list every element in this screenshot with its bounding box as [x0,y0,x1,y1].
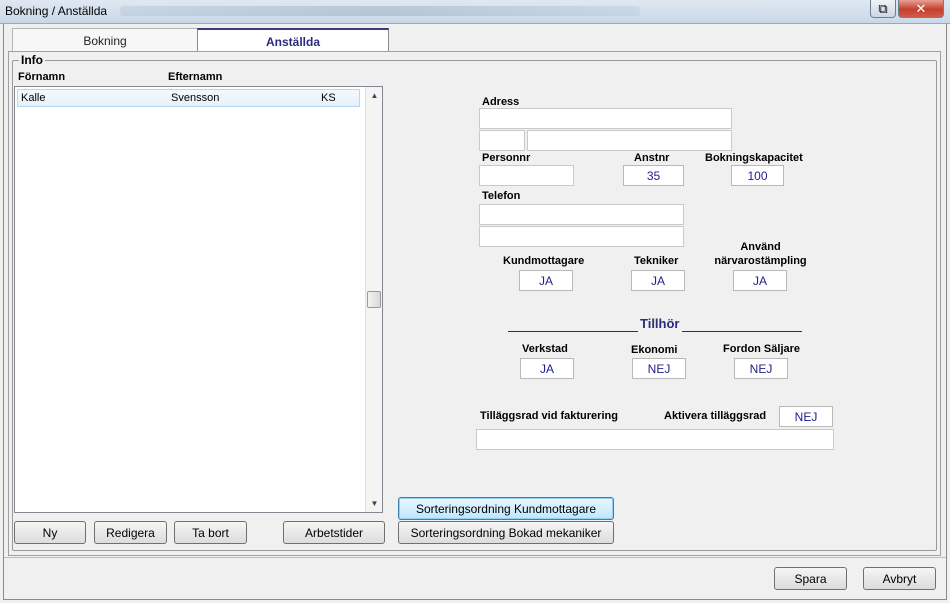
title-bar: Bokning / Anställda ⧉ ✕ [0,0,950,24]
tillhor-line-left [508,331,638,332]
column-header-fornamn: Förnamn [18,71,66,83]
tillaggsrad-field[interactable] [476,429,834,450]
restore-icon[interactable]: ⧉ [870,0,896,18]
tekniker-field[interactable]: JA [631,270,685,291]
postnr-field[interactable] [479,130,525,151]
narvaro-label-1: Använd [740,241,781,253]
ny-button[interactable]: Ny [14,521,86,544]
window-title: Bokning / Anställda [5,4,108,18]
bokningskapacitet-label: Bokningskapacitet [705,152,803,164]
close-icon[interactable]: ✕ [898,0,944,18]
ekonomi-field[interactable]: NEJ [632,358,686,379]
bottom-separator [4,557,946,558]
row-first-name: Kalle [21,92,46,104]
ort-field[interactable] [527,130,732,151]
telefon-label: Telefon [482,190,521,202]
sort-kundmottagare-button[interactable]: Sorteringsordning Kundmottagare [398,497,614,520]
aktivera-tillaggsrad-label: Aktivera tilläggsrad [664,410,767,422]
avbryt-button[interactable]: Avbryt [863,567,936,590]
kundmottagare-field[interactable]: JA [519,270,573,291]
tillhor-line-right [682,331,802,332]
tillaggsrad-label: Tilläggsrad vid fakturering [480,410,618,422]
row-initials: KS [321,92,336,104]
anstnr-field[interactable]: 35 [623,165,684,186]
list-scrollbar[interactable]: ▲ ▼ [365,87,382,512]
ekonomi-label: Ekonomi [631,344,678,356]
main-window: Bokning Anställda Info Förnamn Efternamn… [3,24,947,600]
tab-bokning[interactable]: Bokning [12,28,198,52]
tillhor-label: Tillhör [640,316,680,331]
telefon-field-2[interactable] [479,226,684,247]
scroll-up-icon[interactable]: ▲ [366,87,383,104]
blurred-menu-area [120,6,640,16]
adress-field[interactable] [479,108,732,129]
ta-bort-button[interactable]: Ta bort [174,521,247,544]
telefon-field-1[interactable] [479,204,684,225]
column-header-efternamn: Efternamn [168,71,223,83]
fordon-saljare-field[interactable]: NEJ [734,358,788,379]
personnr-label: Personnr [482,152,531,164]
adress-label: Adress [482,96,520,108]
narvaro-field[interactable]: JA [733,270,787,291]
verkstad-label: Verkstad [522,343,568,355]
tillhor-header: Tillhör [508,316,802,334]
personnr-field[interactable] [479,165,574,186]
narvaro-label-2: närvarostämpling [714,255,807,267]
redigera-button[interactable]: Redigera [94,521,167,544]
scroll-down-icon[interactable]: ▼ [366,495,383,512]
employee-list[interactable]: Kalle Svensson KS ▲ ▼ [14,86,383,513]
info-group-title: Info [19,53,45,67]
anstnr-label: Anstnr [634,152,670,164]
sort-bokad-mekaniker-button[interactable]: Sorteringsordning Bokad mekaniker [398,521,614,544]
verkstad-field[interactable]: JA [520,358,574,379]
bokningskapacitet-field[interactable]: 100 [731,165,784,186]
scroll-thumb[interactable] [367,291,381,308]
fordon-saljare-label: Fordon Säljare [723,343,801,355]
table-row[interactable]: Kalle Svensson KS [17,89,360,107]
arbetstider-button[interactable]: Arbetstider [283,521,385,544]
tekniker-label: Tekniker [634,255,679,267]
row-last-name: Svensson [171,92,220,104]
aktivera-tillaggsrad-field[interactable]: NEJ [779,406,833,427]
spara-button[interactable]: Spara [774,567,847,590]
kundmottagare-label: Kundmottagare [503,255,585,267]
tab-anstallda[interactable]: Anställda [197,28,389,53]
